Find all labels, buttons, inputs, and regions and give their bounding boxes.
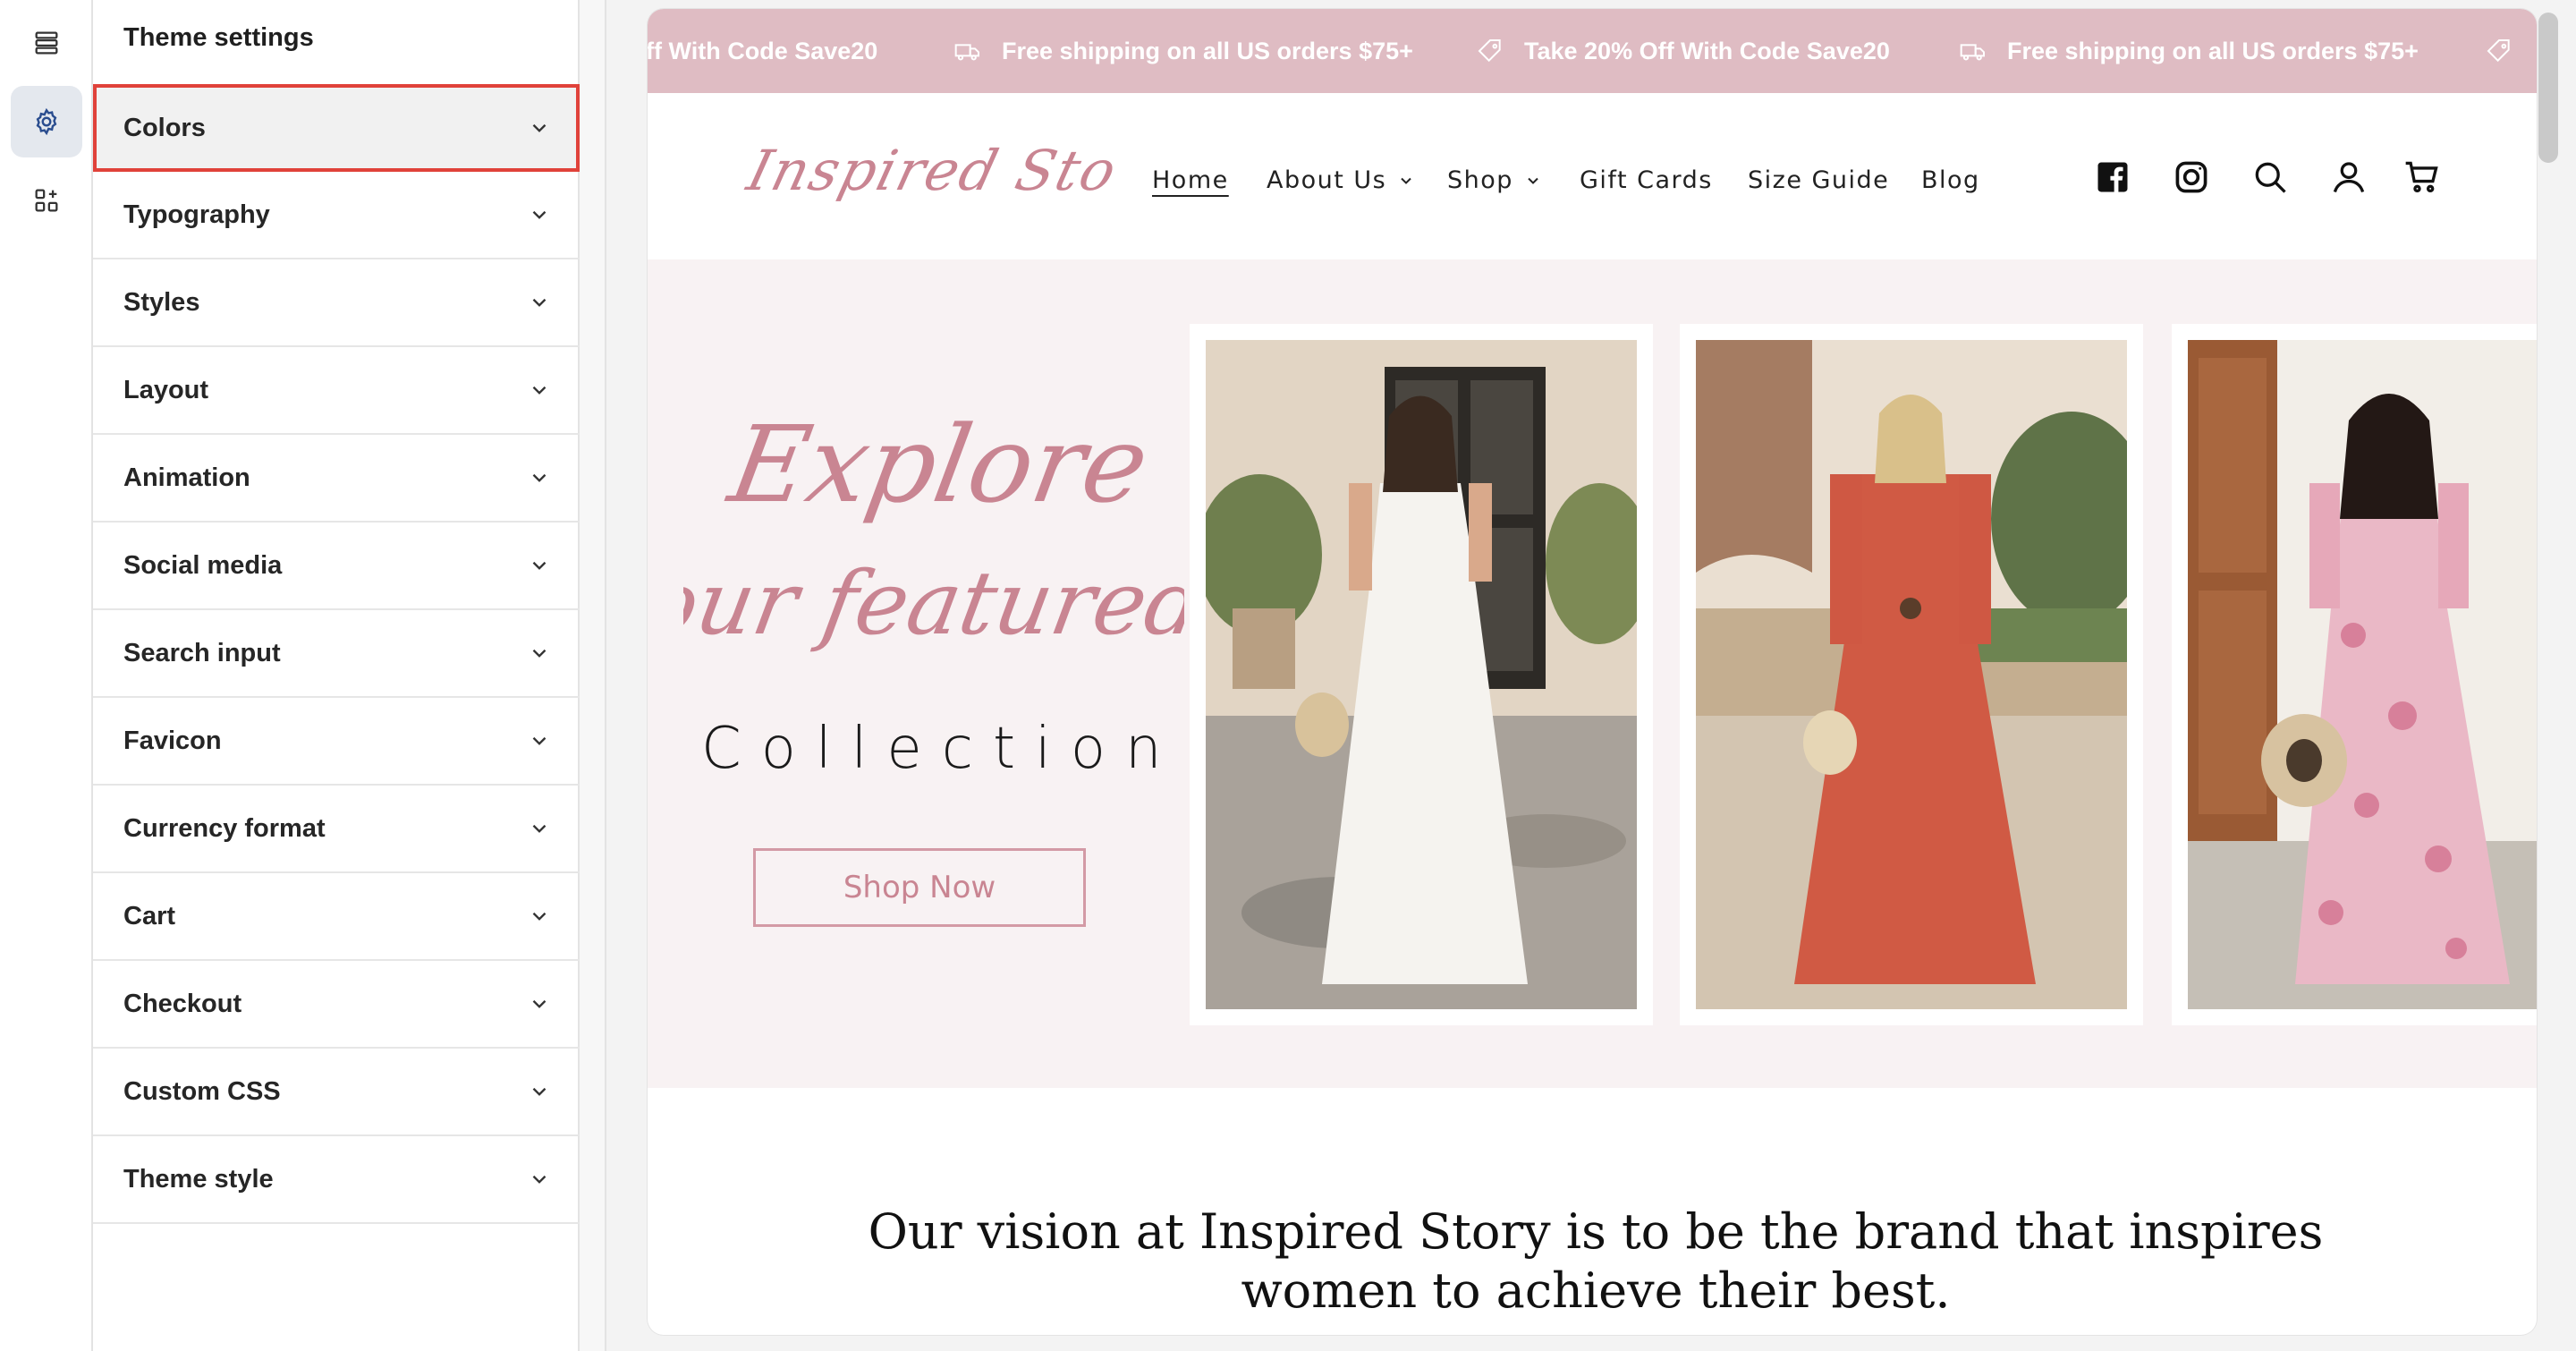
chevron-down-icon bbox=[532, 1087, 547, 1096]
instagram-icon[interactable] bbox=[2172, 157, 2211, 197]
site-header: Inspired Story Home About Us Shop Gift C… bbox=[648, 93, 2537, 259]
accordion-search-input[interactable]: Search input bbox=[93, 610, 580, 698]
brand-logo[interactable]: Inspired Story bbox=[737, 120, 1113, 227]
chevron-down-icon bbox=[532, 1175, 547, 1184]
chevron-down-icon bbox=[1528, 177, 1538, 184]
accordion-label: Custom CSS bbox=[123, 1076, 281, 1106]
theme-settings-panel: Theme settings Colors Typography Styles … bbox=[93, 0, 580, 1351]
tag-icon bbox=[1478, 39, 1501, 63]
announcement-message: Take 20% Off With Code Save20 bbox=[1476, 9, 1890, 93]
product-photo bbox=[2188, 340, 2537, 1009]
chevron-down-icon bbox=[1401, 177, 1411, 184]
app-blocks-button[interactable] bbox=[11, 165, 82, 236]
chevron-down-icon bbox=[532, 473, 547, 482]
hero-collection-heading: Collection bbox=[701, 716, 1182, 782]
search-icon[interactable] bbox=[2250, 157, 2290, 197]
panel-title: Theme settings bbox=[123, 23, 314, 52]
svg-text:our featured: our featured bbox=[683, 553, 1184, 655]
cart-icon[interactable] bbox=[2402, 157, 2442, 197]
accordion-label: Typography bbox=[123, 200, 270, 229]
vision-line: women to achieve their best. bbox=[1241, 1262, 1951, 1319]
nav-home[interactable]: Home bbox=[1152, 166, 1229, 194]
nav-shop[interactable]: Shop bbox=[1447, 166, 1542, 194]
accordion-currency-format[interactable]: Currency format bbox=[93, 786, 580, 873]
announcement-bar: ff With Code Save20 Free shipping on all… bbox=[648, 9, 2537, 93]
svg-text:Inspired Story: Inspired Story bbox=[741, 139, 1113, 203]
chevron-down-icon bbox=[532, 912, 547, 921]
accordion-label: Animation bbox=[123, 463, 250, 492]
accordion-layout[interactable]: Layout bbox=[93, 347, 580, 435]
accordion-label: Colors bbox=[123, 113, 206, 142]
accordion-colors[interactable]: Colors bbox=[93, 84, 580, 172]
panel-resize-gutter[interactable] bbox=[580, 0, 606, 1351]
accordion-label: Checkout bbox=[123, 989, 242, 1018]
chevron-down-icon bbox=[532, 298, 547, 307]
truck-icon bbox=[954, 44, 979, 61]
accordion-favicon[interactable]: Favicon bbox=[93, 698, 580, 786]
accordion-custom-css[interactable]: Custom CSS bbox=[93, 1049, 580, 1136]
accordion-label: Favicon bbox=[123, 726, 222, 755]
nav-size-guide[interactable]: Size Guide bbox=[1748, 166, 1889, 194]
accordion-label: Currency format bbox=[123, 813, 326, 843]
chevron-down-icon bbox=[532, 649, 547, 658]
chevron-down-icon bbox=[532, 824, 547, 833]
truck-icon bbox=[1960, 44, 1985, 61]
account-icon[interactable] bbox=[2329, 157, 2368, 197]
chevron-down-icon bbox=[532, 999, 547, 1008]
announcement-message: Free shipping on all US orders $75+ bbox=[953, 9, 1413, 93]
product-photo bbox=[1696, 340, 2127, 1009]
accordion-typography[interactable]: Typography bbox=[93, 172, 580, 259]
accordion-styles[interactable]: Styles bbox=[93, 259, 580, 347]
accordion-label: Cart bbox=[123, 901, 176, 930]
chevron-down-icon bbox=[532, 386, 547, 395]
accordion-cart[interactable]: Cart bbox=[93, 873, 580, 961]
product-photo bbox=[1206, 340, 1637, 1009]
accordion-label: Styles bbox=[123, 287, 200, 317]
announcement-message: Free shipping on all US orders $75+ bbox=[1959, 9, 2419, 93]
nav-blog[interactable]: Blog bbox=[1921, 166, 1980, 194]
announcement-message bbox=[2485, 9, 2533, 93]
nav-gift-cards[interactable]: Gift Cards bbox=[1580, 166, 1713, 194]
accordion-social-media[interactable]: Social media bbox=[93, 523, 580, 610]
accordion-label: Search input bbox=[123, 638, 281, 667]
storefront-preview: ff With Code Save20 Free shipping on all… bbox=[648, 9, 2537, 1335]
chevron-down-icon bbox=[532, 123, 547, 132]
hero-script-heading: Explore our featured bbox=[683, 404, 1184, 655]
chevron-down-icon bbox=[532, 561, 547, 570]
theme-settings-button[interactable] bbox=[11, 86, 82, 157]
vision-line: Our vision at Inspired Story is to be th… bbox=[868, 1203, 2324, 1260]
tag-icon bbox=[2487, 39, 2510, 63]
accordion-label: Layout bbox=[123, 375, 209, 404]
chevron-down-icon bbox=[532, 736, 547, 745]
accordion-label: Social media bbox=[123, 550, 283, 580]
left-icon-rail bbox=[0, 0, 93, 1351]
sections-icon bbox=[35, 31, 58, 55]
featured-product-card[interactable] bbox=[1680, 324, 2143, 1025]
announcement-message: ff With Code Save20 bbox=[648, 37, 878, 64]
app-blocks-icon bbox=[35, 189, 58, 212]
sections-button[interactable] bbox=[11, 7, 82, 79]
svg-text:Explore: Explore bbox=[719, 404, 1157, 527]
nav-about-us[interactable]: About Us bbox=[1267, 166, 1415, 194]
accordion-label: Theme style bbox=[123, 1164, 274, 1194]
settings-accordion-list: Colors Typography Styles Layout Animatio… bbox=[93, 84, 580, 1224]
gear-icon bbox=[36, 107, 57, 136]
vision-statement: Our vision at Inspired Story is to be th… bbox=[862, 1202, 2329, 1321]
accordion-animation[interactable]: Animation bbox=[93, 435, 580, 523]
accordion-checkout[interactable]: Checkout bbox=[93, 961, 580, 1049]
featured-product-card[interactable] bbox=[1190, 324, 1653, 1025]
hero-section: Explore our featured Collection Shop Now bbox=[648, 259, 2537, 1088]
accordion-theme-style[interactable]: Theme style bbox=[93, 1136, 580, 1224]
featured-product-card[interactable] bbox=[2172, 324, 2537, 1025]
facebook-icon[interactable] bbox=[2093, 157, 2132, 197]
chevron-down-icon bbox=[532, 210, 547, 219]
shop-now-button[interactable]: Shop Now bbox=[753, 848, 1086, 927]
preview-scrollbar[interactable] bbox=[2538, 13, 2558, 163]
